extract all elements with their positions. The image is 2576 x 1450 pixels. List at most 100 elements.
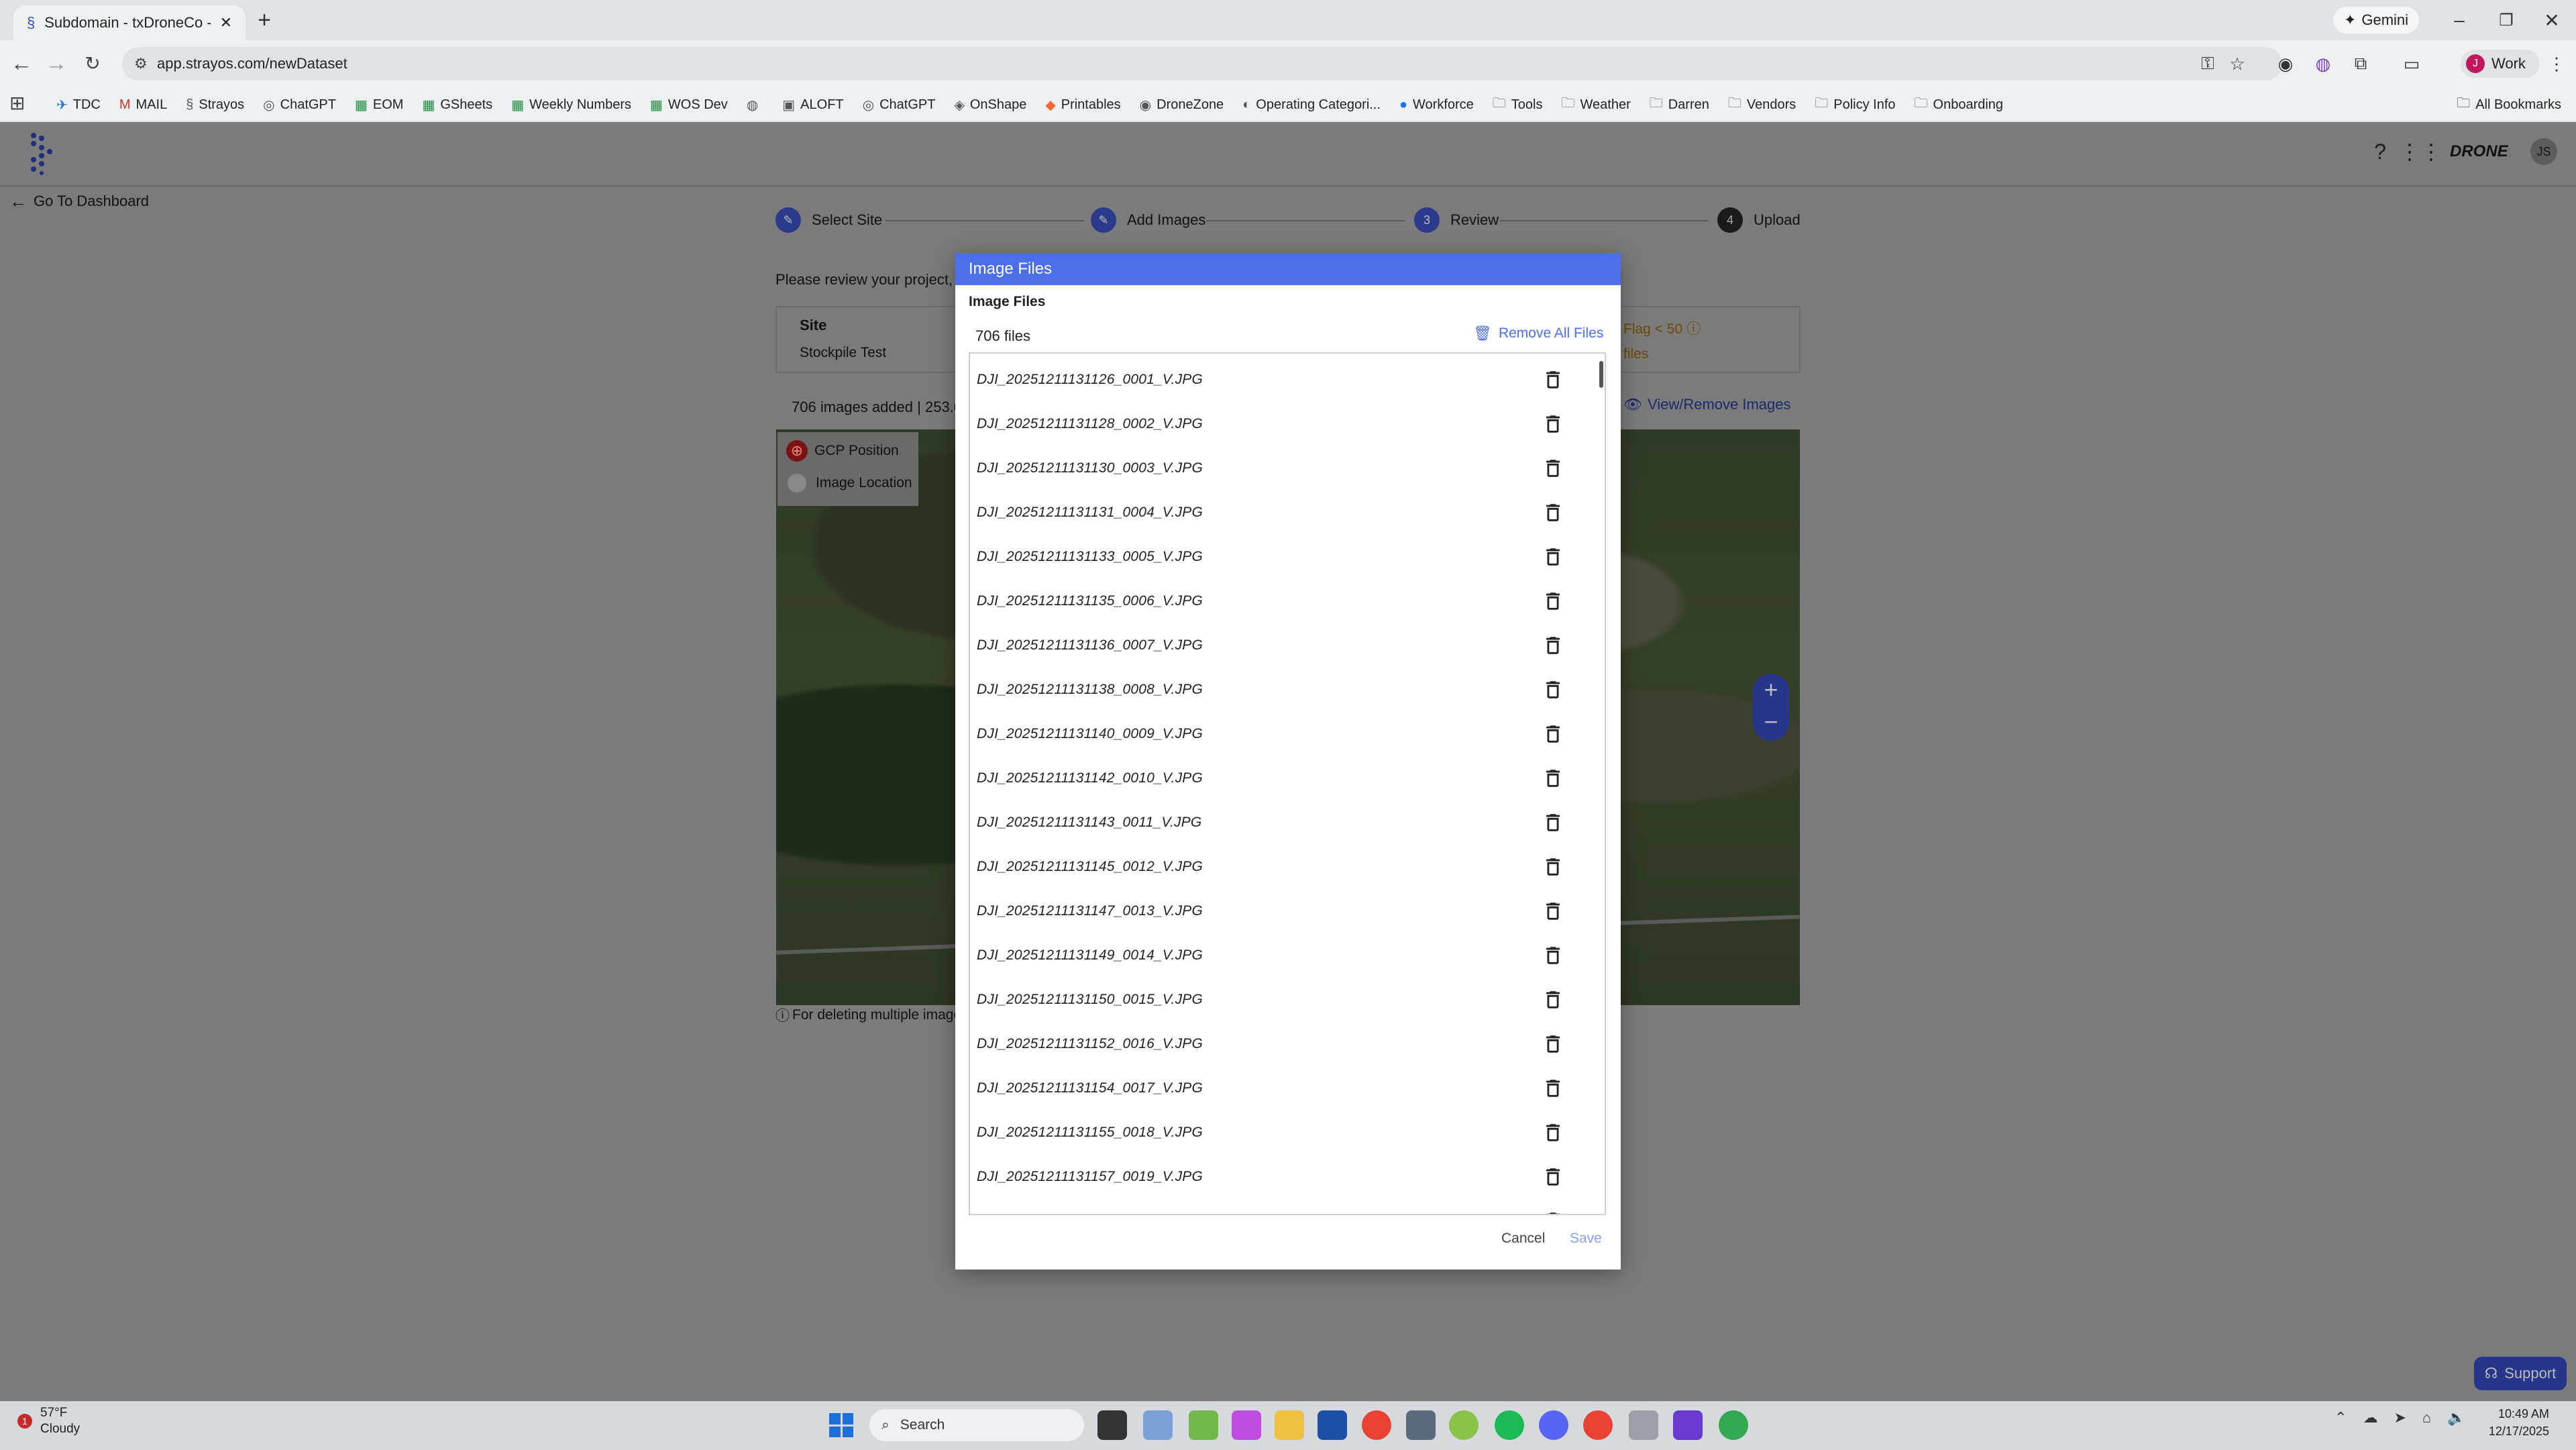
legend-image-location[interactable]: Image Location [788,474,912,493]
site-settings-icon[interactable]: ⚙ [134,55,148,72]
file-explorer-icon[interactable] [1275,1410,1304,1440]
onedrive-icon[interactable]: ☁ [2363,1409,2377,1427]
extensions-puzzle-icon[interactable]: ⧉ [2348,51,2373,76]
bookmark-item[interactable]: 🗀 Policy Info [1815,93,1895,116]
location-arrow-icon[interactable]: ➤ [2394,1409,2406,1427]
minimize-window-icon[interactable]: – [2439,7,2479,34]
support-button[interactable]: ☊ Support [2474,1357,2567,1390]
apps-menu-icon[interactable]: ⋮⋮ [2399,138,2442,165]
bookmark-item[interactable]: ✈ TDC [56,97,101,113]
delete-file-icon[interactable] [1542,900,1564,923]
file-list-scrollbar[interactable] [1599,356,1603,1208]
scrollbar-thumb[interactable] [1599,361,1603,388]
delete-file-icon[interactable] [1542,856,1564,878]
bookmark-item[interactable]: ◎ ChatGPT [863,97,936,113]
bookmark-item[interactable]: M MAIL [119,97,167,113]
bookmark-item[interactable]: 🗀 Weather [1562,93,1631,116]
extension-icon-2[interactable]: ◍ [2310,51,2336,76]
bookmark-item[interactable]: ▦ Weekly Numbers [511,97,631,113]
new-tab-button[interactable]: + [252,7,276,33]
app-icon-green[interactable] [1189,1410,1218,1440]
delete-file-icon[interactable] [1542,944,1564,967]
bookmark-item[interactable]: ▦ GSheets [422,97,492,113]
cancel-button[interactable]: Cancel [1501,1231,1545,1247]
store-icon[interactable] [1318,1410,1347,1440]
chevron-up-icon[interactable]: ⌃ [2334,1409,2347,1427]
bookmark-star-icon[interactable]: ☆ [2224,51,2250,76]
taskbar-clock[interactable]: 10:49 AM 12/17/2025 [2469,1405,2549,1440]
qgis-icon[interactable] [1449,1410,1479,1440]
profile-chip[interactable]: J Work [2461,50,2540,78]
zoom-out-button[interactable]: − [1758,707,1784,737]
bookmark-item[interactable]: § Strayos [186,97,244,113]
bookmark-item[interactable]: ◈ OnShape [954,97,1026,113]
back-arrow-icon[interactable]: ← [8,50,35,76]
delete-file-icon[interactable] [1542,723,1564,745]
delete-file-icon[interactable] [1542,634,1564,657]
delete-file-icon[interactable] [1542,368,1564,391]
chrome-profile-icon[interactable] [1719,1410,1748,1440]
bookmark-item[interactable]: ● Workforce [1399,97,1474,113]
close-tab-icon[interactable]: ✕ [220,14,232,32]
delete-file-icon[interactable] [1542,413,1564,435]
delete-file-icon[interactable] [1542,457,1564,480]
reload-icon[interactable]: ↻ [79,50,106,76]
view-remove-images-button[interactable]: 👁 View/Remove Images [1623,396,1791,413]
delete-file-icon[interactable] [1542,678,1564,701]
delete-file-icon[interactable] [1542,767,1564,790]
bookmark-item[interactable]: 🗀 Onboarding [1915,93,2004,116]
apps-grid-icon[interactable]: ⊞ [9,92,25,114]
network-icon[interactable]: ⌂ [2422,1409,2431,1427]
terminal-app-icon[interactable] [1097,1410,1127,1440]
delete-file-icon[interactable] [1542,811,1564,834]
gemini-button[interactable]: ✦ Gemini [2333,7,2419,34]
chrome-icon[interactable] [1362,1410,1391,1440]
weather-widget[interactable]: 1 57°F Cloudy [17,1405,80,1437]
delete-file-icon[interactable] [1542,1166,1564,1188]
discord-icon[interactable] [1539,1410,1568,1440]
zoom-in-button[interactable]: + [1758,675,1784,705]
bookmark-item[interactable]: 🗀 Tools [1493,93,1543,116]
delete-file-icon[interactable] [1542,546,1564,568]
taskbar-search[interactable]: ⌕ Search [869,1409,1084,1441]
forward-arrow-icon[interactable]: → [43,50,70,76]
calculator-icon[interactable] [1406,1410,1436,1440]
delete-file-icon[interactable] [1542,1077,1564,1100]
bookmark-item[interactable]: ◐ Operating Categori... [1242,97,1381,113]
bookmark-item[interactable]: ◎ ChatGPT [263,97,336,113]
bookmark-item[interactable]: ◆ Printables [1045,97,1120,113]
snipping-tool-icon[interactable] [1143,1410,1173,1440]
user-avatar[interactable]: JS [2530,138,2557,165]
delete-file-icon[interactable] [1542,1033,1564,1055]
bookmark-item[interactable]: ▣ ALOFT [782,97,843,113]
copilot-icon[interactable] [1232,1410,1261,1440]
extension-icon-1[interactable]: ◉ [2273,51,2298,76]
browser-tab-active[interactable]: § Subdomain - txDroneCo - Dem ✕ [13,5,246,40]
side-panel-icon[interactable]: ▭ [2399,51,2424,76]
bookmark-item[interactable]: ▦ EOM [355,97,403,113]
delete-file-icon[interactable] [1542,1210,1564,1214]
chrome-work-icon[interactable] [1583,1410,1613,1440]
help-icon[interactable]: ? [2367,138,2394,165]
close-window-icon[interactable]: ✕ [2532,7,2572,34]
go-to-dashboard-link[interactable]: ← Go To Dashboard [9,191,149,212]
delete-file-icon[interactable] [1542,501,1564,524]
all-bookmarks-button[interactable]: 🗀 All Bookmarks [2457,87,2561,122]
browser-menu-icon[interactable]: ⋮ [2544,51,2569,76]
info-icon[interactable]: ⓘ [1686,321,1701,337]
delete-file-icon[interactable] [1542,988,1564,1011]
delete-file-icon[interactable] [1542,1121,1564,1144]
visual-studio-icon[interactable] [1673,1410,1703,1440]
address-bar[interactable]: ⚙ app.strayos.com/newDataset [122,47,2282,81]
save-button[interactable]: Save [1570,1231,1602,1247]
bookmark-item[interactable]: ◉ DroneZone [1140,97,1224,113]
legend-gcp-position[interactable]: ⊕ GCP Position [786,440,899,462]
file-list[interactable]: DJI_20251211131126_0001_V.JPG DJI_2025121… [969,352,1606,1215]
volume-icon[interactable]: 🔈 [2447,1409,2465,1427]
password-key-icon[interactable]: ⚿ [2195,51,2220,76]
network-app-icon[interactable] [1629,1410,1658,1440]
bookmark-item[interactable]: ◍ [747,97,763,113]
delete-file-icon[interactable] [1542,590,1564,613]
bookmark-item[interactable]: 🗀 Vendors [1728,93,1796,116]
bookmark-item[interactable]: 🗀 Darren [1650,93,1709,116]
